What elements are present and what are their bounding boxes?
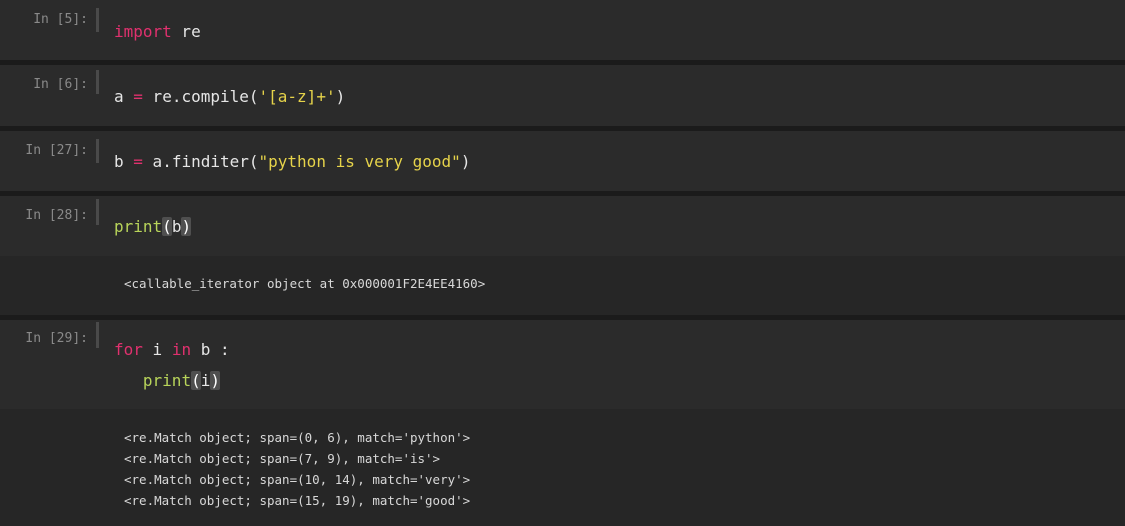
code-paren: ) — [460, 152, 471, 171]
keyword-import: import — [114, 22, 172, 41]
code-call: a.finditer( — [142, 152, 259, 171]
matched-paren: ) — [181, 217, 192, 236]
output-line: <re.Match object; span=(10, 14), match='… — [124, 472, 471, 487]
code-call: re.compile( — [142, 87, 259, 106]
keyword-for: for — [114, 340, 143, 359]
cell-gutter — [96, 70, 99, 94]
code-function: print — [142, 371, 192, 390]
cell-gutter — [96, 322, 99, 348]
cell-prompt: In [5]: — [33, 12, 88, 27]
code-text: re — [171, 22, 201, 41]
matched-paren: ( — [191, 371, 201, 390]
code-string: '[a-z]+' — [258, 87, 336, 106]
matched-paren: ( — [162, 217, 172, 236]
cell-gutter — [96, 199, 99, 225]
cell-output-29: <re.Match object; span=(0, 6), match='py… — [0, 409, 1125, 526]
cell-prompt: In [29]: — [25, 331, 88, 346]
code-cell-5[interactable]: In [5]: import re — [0, 0, 1125, 60]
code-arg: i — [200, 371, 211, 390]
output-line: <re.Match object; span=(7, 9), match='is… — [124, 451, 441, 466]
cell-prompt: In [28]: — [25, 208, 88, 223]
code-var: i — [142, 340, 172, 359]
cell-prompt: In [6]: — [33, 77, 88, 92]
matched-paren: ) — [210, 371, 220, 390]
cell-output-28: <callable_iterator object at 0x000001F2E… — [0, 256, 1125, 315]
code-cell-29[interactable]: In [29]: for i in b : print(i) — [0, 320, 1125, 409]
code-editor[interactable]: for i in b : print(i) — [114, 334, 230, 396]
code-string: "python is very good" — [258, 152, 461, 171]
code-cell-27[interactable]: In [27]: b = a.finditer("python is very … — [0, 131, 1125, 191]
code-function: print — [114, 217, 163, 236]
code-cell-28[interactable]: In [28]: print(b) — [0, 196, 1125, 256]
keyword-in: in — [171, 340, 192, 359]
code-text: b : — [191, 340, 230, 359]
code-var: b — [114, 152, 124, 171]
code-var: a — [114, 87, 124, 106]
code-editor[interactable]: b = a.finditer("python is very good") — [114, 146, 470, 177]
cell-gutter — [96, 8, 99, 32]
output-line: <re.Match object; span=(15, 19), match='… — [124, 493, 471, 508]
code-operator: = — [133, 87, 143, 106]
code-editor[interactable]: print(b) — [114, 211, 192, 242]
code-editor[interactable]: import re — [114, 16, 201, 47]
output-text: <callable_iterator object at 0x000001F2E… — [124, 276, 486, 291]
code-editor[interactable]: a = re.compile('[a-z]+') — [114, 81, 345, 112]
code-operator: = — [133, 152, 143, 171]
cell-prompt: In [27]: — [25, 143, 88, 158]
notebook: In [5]: import re In [6]: a = re.compile… — [0, 0, 1125, 526]
code-paren: ) — [335, 87, 346, 106]
output-line: <re.Match object; span=(0, 6), match='py… — [124, 430, 471, 445]
code-arg: b — [171, 217, 182, 236]
code-cell-6[interactable]: In [6]: a = re.compile('[a-z]+') — [0, 65, 1125, 126]
cell-gutter — [96, 139, 99, 163]
